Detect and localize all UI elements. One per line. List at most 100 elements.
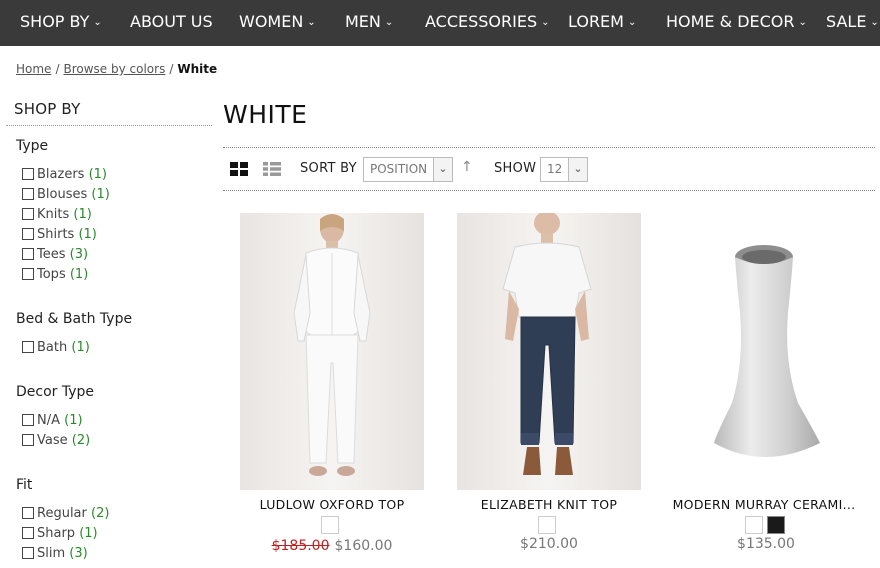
filter-option-regular[interactable]: Regular (2) <box>22 505 109 523</box>
filter-option-label: Knits <box>37 207 70 222</box>
breadcrumb-current: White <box>177 62 218 76</box>
filter-option-label: N/A <box>37 413 60 428</box>
chevron-down-icon: ⌄ <box>93 17 102 28</box>
breadcrumb-home-link[interactable]: Home <box>16 62 51 76</box>
nav-item-home-decor[interactable]: HOME & DECOR ⌄ <box>666 0 807 46</box>
filter-option-count: (1) <box>88 167 107 182</box>
checkbox[interactable] <box>22 188 34 200</box>
filter-option-count: (1) <box>91 187 110 202</box>
filter-option-label: Vase <box>37 433 68 448</box>
product-image-elizabeth-knit-top[interactable] <box>457 213 641 490</box>
nav-label: SALE <box>826 12 867 31</box>
breadcrumb-separator: / <box>169 62 174 76</box>
checkbox[interactable] <box>22 248 34 260</box>
nav-label: MEN <box>345 12 381 31</box>
filter-group-title-bed-bath-type: Bed & Bath Type <box>16 311 133 327</box>
product-price-row: $185.00 $160.00 <box>227 538 437 554</box>
breadcrumb-separator: / <box>55 62 60 76</box>
filter-option-count: (2) <box>71 433 91 448</box>
sidebar-title: SHOP BY <box>14 100 81 118</box>
color-swatch-white[interactable] <box>321 516 339 534</box>
filter-option-label: Blazers <box>37 167 85 182</box>
checkbox[interactable] <box>22 168 34 180</box>
filter-option-label: Blouses <box>37 187 88 202</box>
chevron-down-icon: ⌄ <box>627 17 637 28</box>
checkbox[interactable] <box>22 547 34 559</box>
up-arrow-icon[interactable]: ↑ <box>461 159 473 175</box>
grid-view-icon[interactable] <box>230 162 248 176</box>
nav-item-men[interactable]: MEN ⌄ <box>345 0 393 46</box>
filter-option-label: Regular <box>37 506 87 521</box>
filter-option-label: Shirts <box>37 227 75 242</box>
nav-label: ACCESSORIES <box>425 12 538 31</box>
breadcrumb-browse-by-colors-link[interactable]: Browse by colors <box>63 62 165 76</box>
filter-option-blouses[interactable]: Blouses (1) <box>22 186 110 204</box>
filter-option-vase[interactable]: Vase (2) <box>22 432 90 450</box>
filter-option-label: Tops <box>37 267 66 282</box>
nav-item-shop-by[interactable]: SHOP BY ⌄ <box>20 0 102 46</box>
filter-option-count: (1) <box>78 227 97 242</box>
nav-item-accessories[interactable]: ACCESSORIES ⌄ <box>425 0 550 46</box>
filter-option-count: (1) <box>73 207 92 222</box>
product-image-modern-murray-ceramic-vase[interactable] <box>674 213 858 490</box>
show-label: SHOW <box>494 161 537 176</box>
color-swatch-white[interactable] <box>538 516 556 534</box>
filter-option-count: (1) <box>71 340 90 355</box>
old-price: $185.00 <box>271 538 330 554</box>
checkbox[interactable] <box>22 228 34 240</box>
top-nav: SHOP BY ⌄ ABOUT US WOMEN ⌄ MEN ⌄ ACCESSORIE… <box>0 0 880 46</box>
filter-option-count: (1) <box>64 413 83 428</box>
product-name-modern-murray-ceramic[interactable]: MODERN MURRAY CERAMI... <box>659 497 869 512</box>
sort-by-value: POSITION <box>370 162 428 176</box>
checkbox[interactable] <box>22 434 34 446</box>
checkbox[interactable] <box>22 268 34 280</box>
nav-item-women[interactable]: WOMEN ⌄ <box>239 0 316 46</box>
checkbox[interactable] <box>22 414 34 426</box>
filter-option-slim[interactable]: Slim (3) <box>22 545 88 563</box>
chevron-down-icon: ⌄ <box>307 17 316 28</box>
color-swatch-white[interactable] <box>745 516 763 534</box>
filter-option-sharp[interactable]: Sharp (1) <box>22 525 98 543</box>
nav-label: SHOP BY <box>20 12 90 31</box>
nav-label: WOMEN <box>239 12 304 31</box>
toolbar-bottom-divider <box>223 190 875 191</box>
show-limit-value: 12 <box>547 162 563 176</box>
filter-option-blazers[interactable]: Blazers (1) <box>22 166 107 184</box>
filter-option-count: (3) <box>69 247 89 262</box>
product-price-row: $135.00 <box>661 536 871 552</box>
filter-option-label: Bath <box>37 340 68 355</box>
list-view-icon[interactable] <box>263 162 281 176</box>
checkbox[interactable] <box>22 341 34 353</box>
filter-option-na[interactable]: N/A (1) <box>22 412 83 430</box>
filter-group-title-fit: Fit <box>16 477 33 493</box>
filter-option-bath[interactable]: Bath (1) <box>22 339 90 357</box>
product-name-elizabeth-knit-top[interactable]: ELIZABETH KNIT TOP <box>444 497 654 512</box>
filter-option-shirts[interactable]: Shirts (1) <box>22 226 97 244</box>
checkbox[interactable] <box>22 527 34 539</box>
color-swatch-black[interactable] <box>767 516 785 534</box>
sidebar-divider <box>6 125 212 126</box>
filter-option-tops[interactable]: Tops (1) <box>22 266 88 284</box>
nav-label: ABOUT US <box>130 12 213 31</box>
nav-item-lorem[interactable]: LOREM ⌄ <box>568 0 636 46</box>
sort-by-select[interactable]: POSITION ⌄ <box>363 157 453 182</box>
regular-price: $210.00 <box>520 536 578 552</box>
nav-item-about-us[interactable]: ABOUT US <box>130 0 213 46</box>
checkbox[interactable] <box>22 208 34 220</box>
nav-item-sale[interactable]: SALE ⌄ <box>826 0 879 46</box>
filter-option-knits[interactable]: Knits (1) <box>22 206 92 224</box>
chevron-down-icon: ⌄ <box>870 17 879 28</box>
filter-option-label: Slim <box>37 546 66 561</box>
special-price: $160.00 <box>334 538 393 554</box>
product-price-row: $210.00 <box>444 536 654 552</box>
filter-option-count: (3) <box>69 546 88 561</box>
filter-option-tees[interactable]: Tees (3) <box>22 246 88 264</box>
checkbox[interactable] <box>22 507 34 519</box>
filter-option-count: (1) <box>69 267 89 282</box>
breadcrumb: Home / Browse by colors / White <box>16 62 217 76</box>
show-limit-select[interactable]: 12 ⌄ <box>540 157 588 182</box>
product-image-ludlow-oxford-top[interactable] <box>240 213 424 490</box>
product-name-ludlow-oxford-top[interactable]: LUDLOW OXFORD TOP <box>227 497 437 512</box>
filter-option-count: (1) <box>79 526 98 541</box>
filter-group-title-type: Type <box>16 138 49 154</box>
